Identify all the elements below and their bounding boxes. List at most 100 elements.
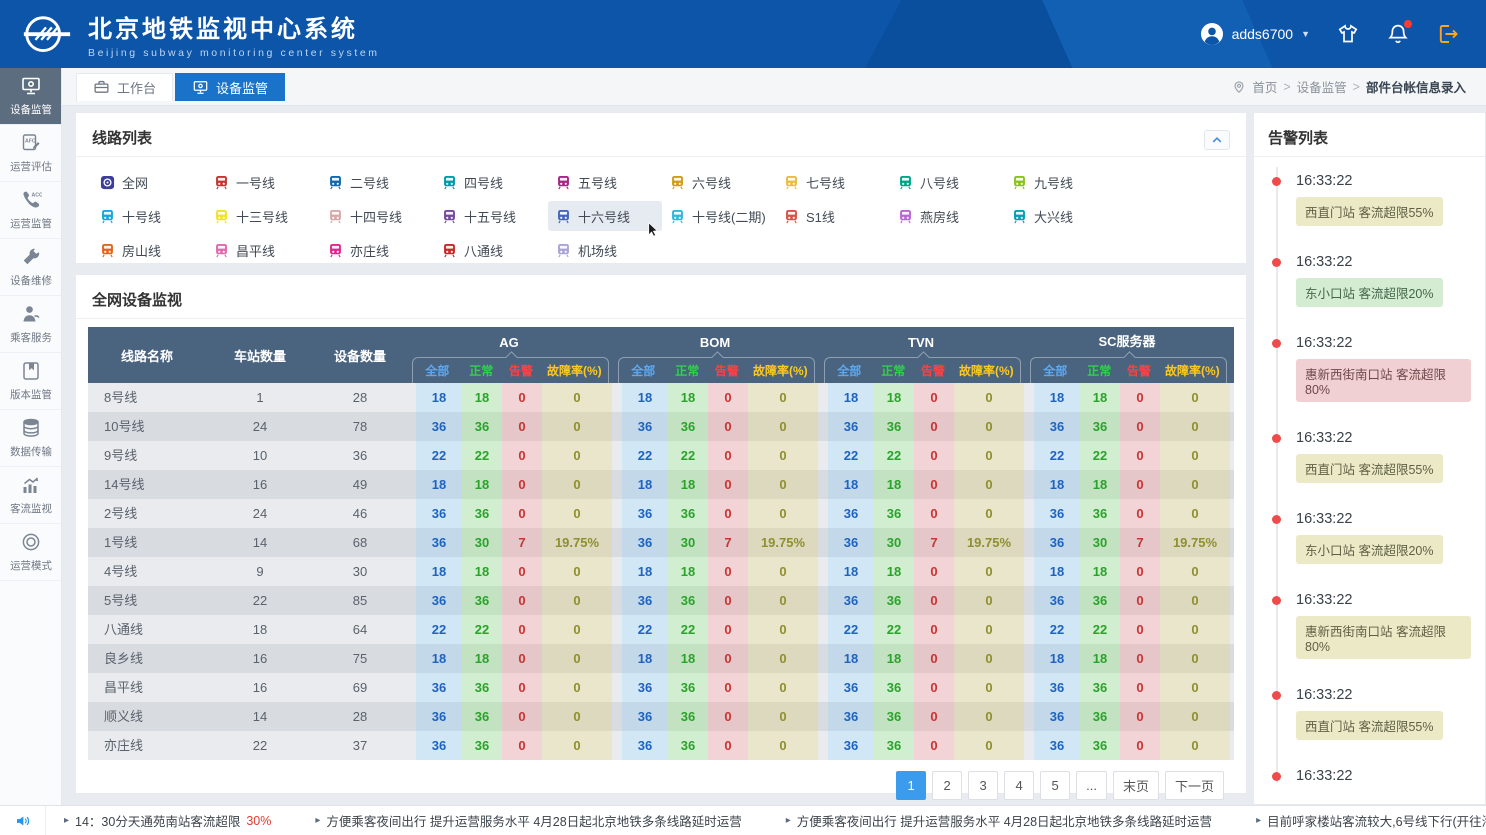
page-button-4[interactable]: 4 bbox=[1004, 771, 1034, 800]
sidebar-item-数据传输[interactable]: 数据传输 bbox=[0, 410, 61, 467]
line-item-十四号线[interactable]: 十四号线 bbox=[320, 201, 434, 231]
avatar bbox=[1200, 22, 1224, 46]
page-button-5[interactable]: 5 bbox=[1040, 771, 1070, 800]
collapse-panel-button[interactable] bbox=[1204, 130, 1230, 150]
line-item-五号线[interactable]: 五号线 bbox=[548, 167, 662, 197]
line-name: 全网 bbox=[122, 173, 148, 192]
line-item-燕房线[interactable]: 燕房线 bbox=[890, 201, 1004, 231]
line-item-机场线[interactable]: 机场线 bbox=[548, 235, 662, 265]
user-name: adds6700 bbox=[1232, 26, 1294, 42]
line-item-亦庄线[interactable]: 亦庄线 bbox=[320, 235, 434, 265]
group-gap bbox=[1024, 412, 1034, 441]
cell-value: 0 bbox=[1120, 499, 1160, 528]
last-page-button[interactable]: 末页 bbox=[1113, 771, 1159, 800]
cell-line-name: 八通线 bbox=[88, 615, 206, 644]
group-gap bbox=[612, 644, 622, 673]
group-gap bbox=[1024, 673, 1034, 702]
sidebar-item-版本监管[interactable]: 版本监管 bbox=[0, 353, 61, 410]
sidebar-item-设备维修[interactable]: 设备维修 bbox=[0, 239, 61, 296]
line-item-全网[interactable]: 全网 bbox=[92, 167, 206, 197]
breadcrumb-item[interactable]: 首页 bbox=[1252, 77, 1277, 96]
table-row: 5号线2285363600363600363600363600 bbox=[88, 586, 1234, 615]
line-item-S1线[interactable]: S1线 bbox=[776, 201, 890, 231]
line-name: 燕房线 bbox=[920, 207, 959, 226]
cell-value: 36 bbox=[416, 528, 462, 557]
line-item-十号线[interactable]: 十号线 bbox=[92, 201, 206, 231]
line-name: 十号线(二期) bbox=[692, 207, 766, 226]
page-button-3[interactable]: 3 bbox=[968, 771, 998, 800]
cell-value: 0 bbox=[954, 644, 1024, 673]
theme-shirt-icon[interactable] bbox=[1336, 22, 1360, 46]
page-button-...[interactable]: ... bbox=[1076, 771, 1107, 800]
app-title: 北京地铁监视中心系统 bbox=[88, 9, 380, 44]
line-item-二号线[interactable]: 二号线 bbox=[320, 167, 434, 197]
mouse-cursor-icon bbox=[645, 222, 660, 237]
cell-value: 18 bbox=[622, 557, 668, 586]
user-menu[interactable]: adds6700 ▼ bbox=[1200, 22, 1310, 46]
next-page-button[interactable]: 下一页 bbox=[1165, 771, 1224, 800]
line-item-大兴线[interactable]: 大兴线 bbox=[1004, 201, 1118, 231]
line-item-十号线(二期)[interactable]: 十号线(二期) bbox=[662, 201, 776, 231]
group-gap bbox=[1024, 702, 1034, 731]
tab-设备监管[interactable]: 设备监管 bbox=[175, 73, 285, 101]
group-gap bbox=[612, 499, 622, 528]
sidebar-item-label: 运营评估 bbox=[10, 158, 52, 173]
cell-value: 36 bbox=[1034, 499, 1080, 528]
sidebar-item-客流监视[interactable]: 客流监视 bbox=[0, 467, 61, 524]
cell-value: 36 bbox=[828, 499, 874, 528]
group-gap bbox=[818, 615, 828, 644]
sidebar-item-运营监管[interactable]: ACC运营监管 bbox=[0, 182, 61, 239]
cell-value: 0 bbox=[748, 383, 818, 412]
cell-value: 18 bbox=[668, 644, 708, 673]
breadcrumb-item[interactable]: 设备监管 bbox=[1297, 77, 1347, 96]
line-item-八号线[interactable]: 八号线 bbox=[890, 167, 1004, 197]
alarm-time: 16:33:22 bbox=[1296, 335, 1471, 351]
cell-line-name: 4号线 bbox=[88, 557, 206, 586]
cell-value: 18 bbox=[462, 644, 502, 673]
tab-工作台[interactable]: 工作台 bbox=[76, 73, 173, 101]
sidebar-item-运营模式[interactable]: 运营模式 bbox=[0, 524, 61, 581]
sub-header-box: 全部正常告警故障率(%) bbox=[824, 357, 1021, 383]
group-header-TVN: TVN全部正常告警故障率(%) bbox=[818, 327, 1024, 383]
cell-value: 0 bbox=[708, 731, 748, 760]
sub-column-header: 故障率(%) bbox=[953, 362, 1020, 379]
train-icon bbox=[784, 209, 799, 224]
line-item-昌平线[interactable]: 昌平线 bbox=[206, 235, 320, 265]
line-item-十六号线[interactable]: 十六号线 bbox=[548, 201, 662, 231]
alarm-item: 16:33:22惠新西街南口站 客流超限80% bbox=[1268, 325, 1471, 420]
cell-value: 0 bbox=[914, 499, 954, 528]
line-item-九号线[interactable]: 九号线 bbox=[1004, 167, 1118, 197]
page-button-2[interactable]: 2 bbox=[932, 771, 962, 800]
line-item-一号线[interactable]: 一号线 bbox=[206, 167, 320, 197]
cell-value: 0 bbox=[914, 615, 954, 644]
table-row: 顺义线1428363600363600363600363600 bbox=[88, 702, 1234, 731]
cell-value: 36 bbox=[828, 412, 874, 441]
table-row: 4号线930181800181800181800181800 bbox=[88, 557, 1234, 586]
cell-value: 36 bbox=[828, 731, 874, 760]
group-gap bbox=[818, 731, 828, 760]
line-name: 十六号线 bbox=[578, 207, 630, 226]
line-item-房山线[interactable]: 房山线 bbox=[92, 235, 206, 265]
cell-devices: 28 bbox=[314, 702, 406, 731]
sidebar-item-设备监管[interactable]: 设备监管 bbox=[0, 68, 61, 125]
cell-value: 36 bbox=[668, 586, 708, 615]
cell-stations: 16 bbox=[206, 673, 314, 702]
logout-icon[interactable] bbox=[1436, 22, 1460, 46]
group-gap bbox=[406, 586, 416, 615]
line-item-七号线[interactable]: 七号线 bbox=[776, 167, 890, 197]
notification-bell-icon[interactable] bbox=[1386, 22, 1410, 46]
speaker-icon[interactable] bbox=[0, 806, 46, 835]
cell-value: 18 bbox=[828, 383, 874, 412]
alarm-item: 16:33:22西直门站 客流超限55% bbox=[1268, 420, 1471, 501]
line-item-八通线[interactable]: 八通线 bbox=[434, 235, 548, 265]
line-item-六号线[interactable]: 六号线 bbox=[662, 167, 776, 197]
line-item-十五号线[interactable]: 十五号线 bbox=[434, 201, 548, 231]
line-item-十三号线[interactable]: 十三号线 bbox=[206, 201, 320, 231]
sidebar-item-乘客服务[interactable]: 乘客服务 bbox=[0, 296, 61, 353]
cell-value: 36 bbox=[416, 586, 462, 615]
line-name: 八号线 bbox=[920, 173, 959, 192]
line-item-四号线[interactable]: 四号线 bbox=[434, 167, 548, 197]
train-icon bbox=[784, 175, 799, 190]
sidebar-item-运营评估[interactable]: AFC运营评估 bbox=[0, 125, 61, 182]
page-button-1[interactable]: 1 bbox=[896, 771, 926, 800]
